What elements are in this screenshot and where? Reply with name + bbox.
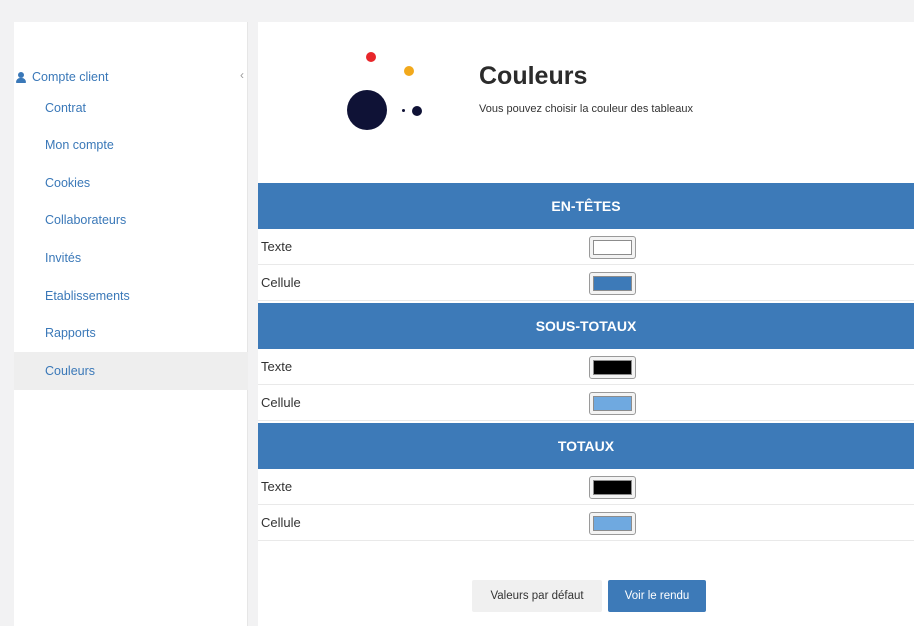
page-subtitle: Vous pouvez choisir la couleur des table…	[479, 103, 694, 115]
row-label: Cellule	[261, 275, 301, 290]
swatch-fill	[593, 480, 632, 495]
swatch-fill	[593, 276, 632, 291]
color-picker-sous-totaux-cellule[interactable]	[589, 392, 636, 415]
sidebar-item-rapports[interactable]: Rapports	[14, 314, 248, 352]
row-label: Cellule	[261, 395, 301, 410]
swatch-fill	[593, 516, 632, 531]
color-picker-totaux-cellule[interactable]	[589, 512, 636, 535]
color-picker-totaux-texte[interactable]	[589, 476, 636, 499]
sidebar-item-etablissements[interactable]: Etablissements	[14, 277, 248, 315]
sidebar-item-contrat[interactable]: Contrat	[14, 89, 248, 127]
row-label: Cellule	[261, 515, 301, 530]
sidebar-item-invites[interactable]: Invités	[14, 239, 248, 277]
main-panel: Couleurs Vous pouvez choisir la couleur …	[258, 22, 914, 626]
color-row: Texte	[258, 349, 914, 385]
logo-dot-red	[366, 52, 376, 62]
color-row: Cellule	[258, 505, 914, 541]
sidebar-item-mon-compte[interactable]: Mon compte	[14, 126, 248, 164]
color-picker-en-tetes-cellule[interactable]	[589, 272, 636, 295]
logo-dot-yellow	[404, 66, 414, 76]
brand-logo	[346, 46, 426, 136]
color-row: Texte	[258, 229, 914, 265]
color-row: Texte	[258, 469, 914, 505]
swatch-fill	[593, 396, 632, 411]
logo-dot-small	[412, 106, 422, 116]
color-picker-en-tetes-texte[interactable]	[589, 236, 636, 259]
swatch-fill	[593, 240, 632, 255]
row-label: Texte	[261, 479, 293, 494]
reset-defaults-button[interactable]: Valeurs par défaut	[472, 580, 602, 612]
app-frame: Compte client ‹ Contrat Mon compte Cooki…	[0, 0, 914, 626]
row-label: Texte	[261, 359, 293, 374]
sidebar-section-compte-client[interactable]: Compte client	[16, 70, 108, 84]
color-row: Cellule	[258, 385, 914, 421]
sidebar-section-label: Compte client	[32, 70, 109, 84]
sidebar-item-couleurs[interactable]: Couleurs	[14, 352, 248, 390]
page-title: Couleurs	[479, 62, 588, 90]
user-icon	[16, 71, 26, 83]
section-header-totaux: TOTAUX	[258, 423, 914, 469]
section-header-en-tetes: EN-TÊTES	[258, 183, 914, 229]
chevron-left-icon[interactable]: ‹	[240, 68, 244, 82]
sidebar-item-cookies[interactable]: Cookies	[14, 164, 248, 202]
swatch-fill	[593, 360, 632, 375]
color-row: Cellule	[258, 265, 914, 301]
sidebar-item-collaborateurs[interactable]: Collaborateurs	[14, 201, 248, 239]
section-header-sous-totaux: SOUS-TOTAUX	[258, 303, 914, 349]
logo-dot-tiny	[402, 109, 405, 112]
sidebar: Compte client ‹ Contrat Mon compte Cooki…	[14, 22, 248, 626]
row-label: Texte	[261, 239, 293, 254]
logo-dot-large	[347, 90, 387, 130]
preview-button[interactable]: Voir le rendu	[608, 580, 706, 612]
color-picker-sous-totaux-texte[interactable]	[589, 356, 636, 379]
